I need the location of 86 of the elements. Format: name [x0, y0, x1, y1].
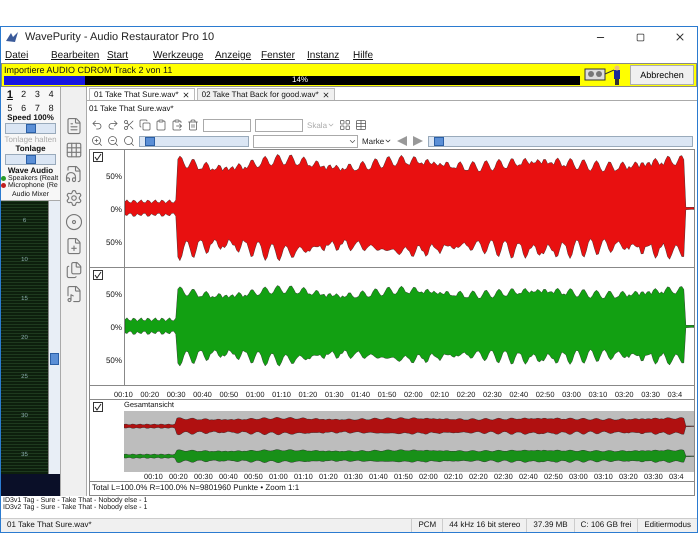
- file-tab[interactable]: 01 Take That Sure.wav*: [89, 88, 195, 100]
- menu-item[interactable]: Hilfe: [353, 50, 399, 60]
- audio-file-icon[interactable]: [64, 165, 82, 183]
- search-icon[interactable]: [123, 135, 135, 147]
- preset-tab[interactable]: 8: [44, 103, 58, 113]
- speed-slider[interactable]: [5, 123, 56, 134]
- pitch-slider[interactable]: [5, 154, 56, 165]
- overview-checkbox[interactable]: [93, 402, 103, 412]
- play-icon[interactable]: [412, 135, 424, 147]
- table-icon[interactable]: [355, 119, 368, 131]
- close-icon[interactable]: [182, 90, 190, 98]
- pitch-label: Tonlage: [14, 144, 47, 153]
- preset-tab[interactable]: 6: [16, 103, 30, 113]
- preset-tab[interactable]: 5: [3, 103, 17, 113]
- slider-thumb[interactable]: [145, 136, 156, 146]
- slider-thumb[interactable]: [50, 353, 59, 366]
- zoom-slider[interactable]: [139, 136, 249, 146]
- progress-percent: 14%: [292, 75, 308, 84]
- status-field: Editiermodus: [637, 519, 697, 532]
- menu-item[interactable]: Bearbeiten: [51, 50, 107, 60]
- speed-label: Speed 100%: [6, 113, 55, 122]
- preset-tab[interactable]: 1: [3, 89, 17, 101]
- menu-item[interactable]: Werkzeuge: [153, 50, 215, 60]
- music-file-icon[interactable]: [64, 285, 82, 303]
- total-summary: Total L=100.0% R=100.0% N=9801960 Punkte • Zoom 1:1: [91, 482, 300, 494]
- caret-icon: [327, 121, 336, 129]
- amplitude-label: 0%: [110, 323, 122, 332]
- amplitude-label: 50%: [106, 238, 122, 247]
- progress-message: Importiere AUDIO CDROM Track 2 von 11: [4, 65, 174, 75]
- position-slider[interactable]: [428, 136, 693, 146]
- grid-icon[interactable]: [64, 141, 82, 159]
- device-title: Wave Audio: [6, 166, 54, 175]
- menu-item[interactable]: Instanz: [307, 50, 353, 60]
- zoom-in-icon[interactable]: [91, 135, 103, 147]
- grid-icon[interactable]: [339, 119, 352, 131]
- cancel-button[interactable]: Abbrechen: [630, 65, 694, 85]
- status-field: 37.39 MB: [526, 519, 574, 532]
- amplitude-label: 50%: [106, 290, 122, 299]
- amplitude-label: 0%: [110, 205, 122, 214]
- amplitude-label: 50%: [106, 356, 122, 365]
- close-icon[interactable]: [322, 90, 330, 98]
- list-icon[interactable]: [64, 117, 82, 135]
- caret-icon: [384, 137, 392, 145]
- clipboard-icon[interactable]: [155, 119, 167, 131]
- file-name: 01 Take That Sure.wav*: [88, 103, 175, 115]
- marker-combo[interactable]: [253, 134, 358, 148]
- disc-icon[interactable]: [64, 213, 82, 231]
- slider-thumb[interactable]: [26, 124, 36, 133]
- redo-icon[interactable]: [107, 119, 119, 131]
- status-field: 01 Take That Sure.wav*: [1, 519, 412, 532]
- app-logo-icon: [5, 31, 19, 43]
- status-field: PCM: [411, 519, 442, 532]
- zoom-out-icon[interactable]: [107, 135, 119, 147]
- start-field[interactable]: [203, 118, 251, 132]
- preset-tab[interactable]: 2: [16, 89, 30, 101]
- channel-checkbox[interactable]: [93, 270, 103, 280]
- file-tab[interactable]: 02 Take That Back for good.wav*: [196, 88, 335, 100]
- end-field[interactable]: [255, 118, 303, 132]
- slider-thumb[interactable]: [26, 155, 36, 164]
- file-plus-icon[interactable]: [64, 237, 82, 255]
- status-field: 44 kHz 16 bit stereo: [442, 519, 526, 532]
- gear-icon[interactable]: [64, 189, 82, 207]
- preset-tab[interactable]: 4: [44, 89, 58, 101]
- maximize-icon: [636, 32, 644, 42]
- window-title: WavePurity - Audio Restaurator Pro 10: [25, 31, 216, 43]
- paste-icon[interactable]: [171, 119, 183, 131]
- preset-tab[interactable]: 7: [30, 103, 44, 113]
- scissors-icon[interactable]: [123, 119, 135, 131]
- undo-icon[interactable]: [91, 119, 103, 131]
- spectrum-panel: [1, 474, 60, 496]
- menu-item[interactable]: Fenster: [261, 50, 307, 60]
- volume-slider[interactable]: [48, 201, 60, 474]
- slider-thumb[interactable]: [434, 136, 444, 146]
- amplitude-label: 50%: [106, 172, 122, 181]
- files-icon[interactable]: [64, 261, 82, 279]
- marker-dropdown[interactable]: Marke: [362, 136, 392, 146]
- preset-tab[interactable]: 3: [30, 89, 44, 101]
- menu-item[interactable]: Datei: [5, 50, 51, 60]
- close-icon: [674, 31, 686, 43]
- channel-checkbox[interactable]: [93, 152, 103, 162]
- copy-icon[interactable]: [139, 119, 151, 131]
- trash-icon[interactable]: [187, 119, 199, 131]
- menu-item[interactable]: Anzeige: [215, 50, 261, 60]
- status-field: C: 106 GB frei: [574, 519, 638, 532]
- rewind-icon[interactable]: [396, 135, 408, 147]
- menu-item[interactable]: Start: [107, 50, 153, 60]
